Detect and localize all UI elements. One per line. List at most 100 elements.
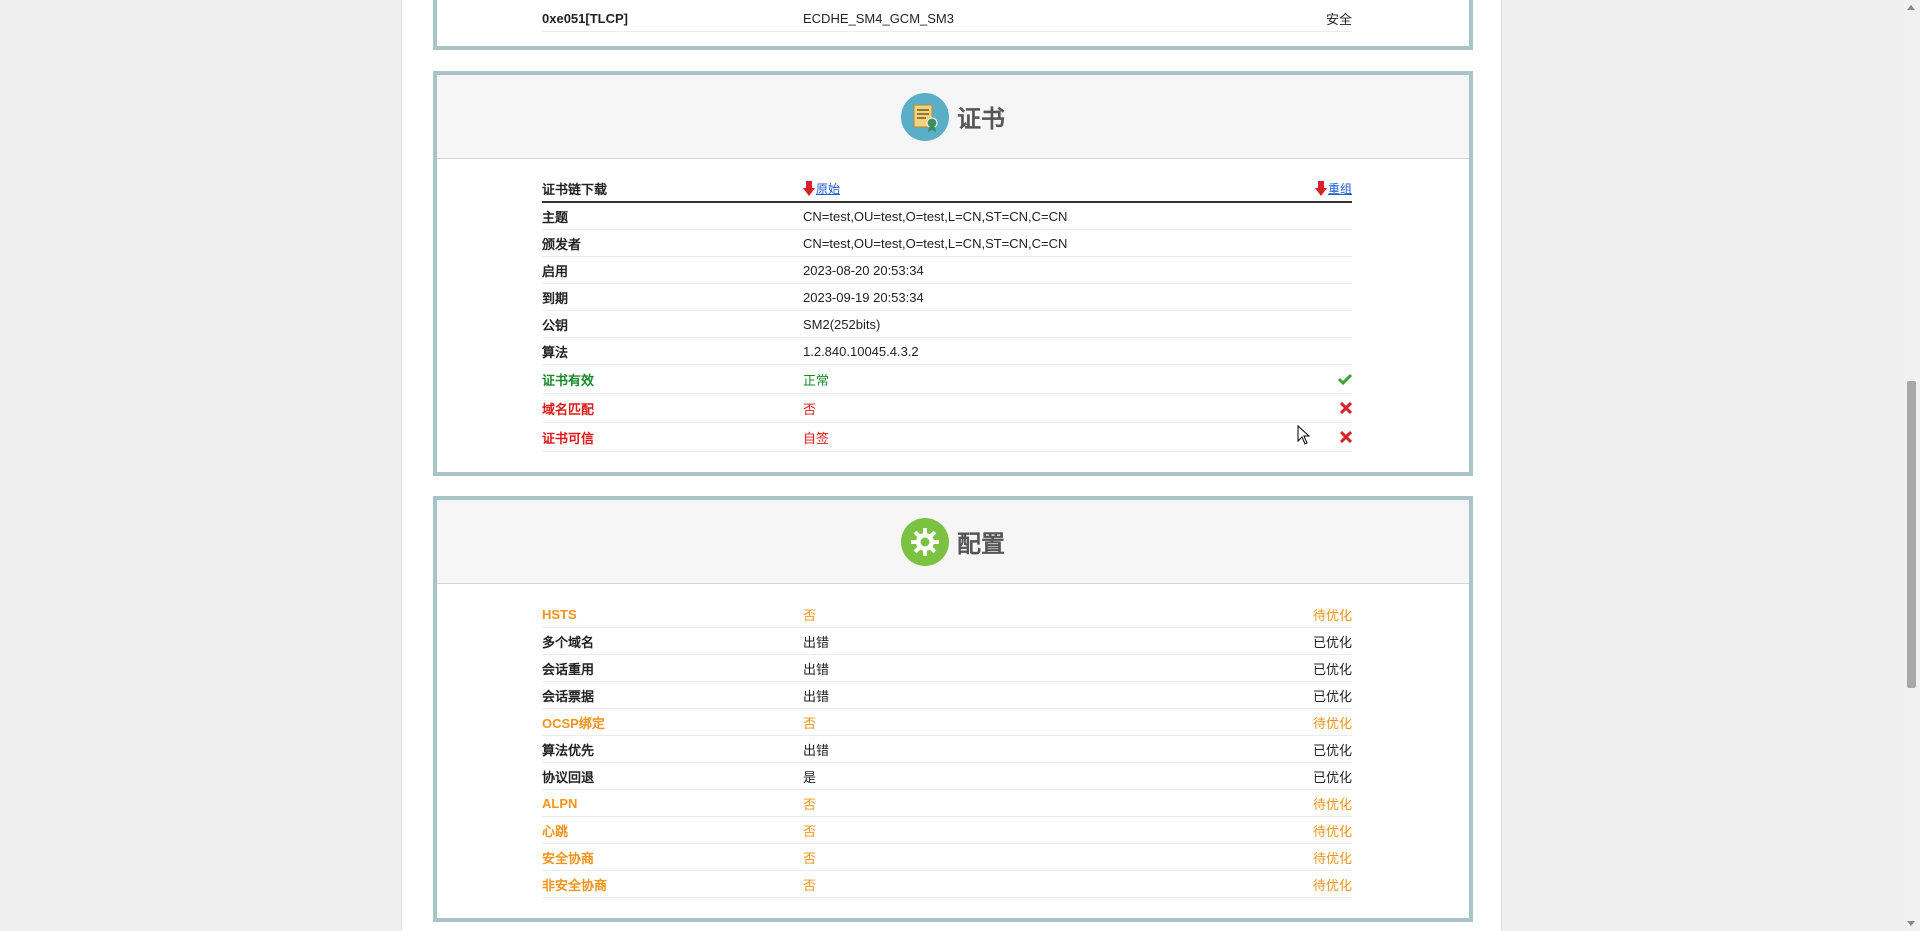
- config-header: 配置: [437, 500, 1469, 584]
- cert-check-row: 证书可信 自签: [542, 423, 1352, 452]
- cert-field-value: 1.2.840.10045.4.3.2: [803, 343, 919, 359]
- cipher-status: 安全: [1325, 11, 1352, 27]
- download-arrow-icon: [803, 181, 815, 196]
- download-original-link[interactable]: 原始: [816, 182, 840, 196]
- cert-field-label: 主题: [542, 209, 569, 225]
- cert-row: 算法 1.2.840.10045.4.3.2: [542, 338, 1352, 365]
- config-row: 非安全协商 否 待优化: [542, 871, 1352, 898]
- config-row: 安全协商 否 待优化: [542, 844, 1352, 871]
- cert-field-value: 2023-08-20 20:53:34: [803, 262, 924, 278]
- cipher-table: 0xe051[TLCP] ECDHE_SM4_GCM_SM3 安全: [542, 5, 1352, 32]
- cert-field-value: SM2(252bits): [803, 316, 881, 332]
- certificate-title: 证书: [957, 106, 1005, 133]
- config-label: 多个域名: [542, 634, 595, 650]
- cert-field-value: CN=test,OU=test,O=test,L=CN,ST=CN,C=CN: [803, 235, 1068, 251]
- cipher-suites-section: 0xe051[TLCP] ECDHE_SM4_GCM_SM3 安全: [433, 0, 1473, 50]
- config-label: 安全协商: [542, 850, 595, 866]
- cross-icon: [1340, 431, 1352, 443]
- config-value: 否: [803, 850, 817, 866]
- scroll-down-arrow-icon[interactable]: [1907, 921, 1915, 926]
- config-table: HSTS 否 待优化 多个域名 出错 已优化 会话重用 出错 已优化 会话票据 …: [542, 601, 1352, 898]
- config-row: 心跳 否 待优化: [542, 817, 1352, 844]
- config-result: 已优化: [1312, 661, 1352, 677]
- config-row: ALPN 否 待优化: [542, 790, 1352, 817]
- config-label: ALPN: [542, 795, 578, 811]
- scroll-up-arrow-icon[interactable]: [1907, 5, 1915, 10]
- config-label: 算法优先: [542, 742, 595, 758]
- gear-icon: [901, 517, 949, 566]
- cipher-name: ECDHE_SM4_GCM_SM3: [803, 10, 954, 26]
- cipher-row: 0xe051[TLCP] ECDHE_SM4_GCM_SM3 安全: [542, 5, 1352, 32]
- config-value: 否: [803, 715, 817, 731]
- cert-row: 公钥 SM2(252bits): [542, 311, 1352, 338]
- config-value: 否: [803, 823, 817, 839]
- check-icon: [1338, 373, 1352, 385]
- cert-check-value: 自签: [803, 430, 830, 446]
- cert-field-label: 公钥: [542, 317, 569, 333]
- cipher-id: 0xe051[TLCP]: [542, 10, 628, 26]
- cert-check-label: 证书可信: [542, 430, 595, 446]
- cert-row: 主题 CN=test,OU=test,O=test,L=CN,ST=CN,C=C…: [542, 203, 1352, 230]
- config-value: 出错: [803, 634, 830, 650]
- cert-check-row: 证书有效 正常: [542, 365, 1352, 394]
- config-row: 会话重用 出错 已优化: [542, 655, 1352, 682]
- config-value: 是: [803, 769, 817, 785]
- cert-row: 颁发者 CN=test,OU=test,O=test,L=CN,ST=CN,C=…: [542, 230, 1352, 257]
- config-value: 出错: [803, 742, 830, 758]
- config-result: 已优化: [1312, 769, 1352, 785]
- download-reorganized-link[interactable]: 重组: [1328, 180, 1352, 197]
- config-label: OCSP绑定: [542, 715, 605, 731]
- certificate-section: 证书 证书链下载 原始 重组 主题 CN=test,OU=test,O=test…: [433, 71, 1473, 476]
- config-result: 已优化: [1312, 688, 1352, 704]
- cert-field-label: 颁发者: [542, 236, 582, 252]
- cert-row: 启用 2023-08-20 20:53:34: [542, 257, 1352, 284]
- config-result: 待优化: [1312, 796, 1352, 812]
- chain-download-row: 证书链下载 原始 重组: [542, 176, 1352, 203]
- page-scrollbar[interactable]: [1903, 0, 1920, 931]
- cert-field-label: 算法: [542, 344, 569, 360]
- config-section: 配置 HSTS 否 待优化 多个域名 出错 已优化 会话重用 出错 已优化 会话…: [433, 496, 1473, 922]
- config-result: 待优化: [1312, 607, 1352, 623]
- cert-field-value: 2023-09-19 20:53:34: [803, 289, 924, 305]
- config-value: 否: [803, 796, 817, 812]
- config-value: 出错: [803, 688, 830, 704]
- config-row: OCSP绑定 否 待优化: [542, 709, 1352, 736]
- config-result: 待优化: [1312, 823, 1352, 839]
- config-row: 多个域名 出错 已优化: [542, 628, 1352, 655]
- cert-check-label: 域名匹配: [542, 401, 595, 417]
- config-value: 出错: [803, 661, 830, 677]
- config-label: 心跳: [542, 823, 569, 839]
- config-label: 会话重用: [542, 661, 595, 677]
- cross-icon: [1340, 402, 1352, 414]
- download-original-cell: 原始: [803, 180, 1232, 197]
- chain-download-label: 证书链下载: [542, 182, 608, 197]
- cert-check-status: [1232, 431, 1352, 443]
- cert-check-row: 域名匹配 否: [542, 394, 1352, 423]
- certificate-header: 证书: [437, 75, 1469, 159]
- cert-check-status: [1232, 373, 1352, 385]
- config-row: 算法优先 出错 已优化: [542, 736, 1352, 763]
- report-page: 0xe051[TLCP] ECDHE_SM4_GCM_SM3 安全 证书 证书链…: [401, 0, 1502, 931]
- cert-row: 到期 2023-09-19 20:53:34: [542, 284, 1352, 311]
- config-label: 非安全协商: [542, 877, 608, 893]
- config-row: 会话票据 出错 已优化: [542, 682, 1352, 709]
- config-label: 会话票据: [542, 688, 595, 704]
- cert-field-label: 到期: [542, 290, 569, 306]
- config-result: 待优化: [1312, 715, 1352, 731]
- cert-check-value: 否: [803, 401, 817, 417]
- cert-check-label: 证书有效: [542, 372, 595, 388]
- config-label: HSTS: [542, 606, 577, 622]
- cert-field-label: 启用: [542, 263, 569, 279]
- config-row: HSTS 否 待优化: [542, 601, 1352, 628]
- config-row: 协议回退 是 已优化: [542, 763, 1352, 790]
- certificate-icon: [901, 92, 949, 141]
- config-value: 否: [803, 877, 817, 893]
- cert-field-value: CN=test,OU=test,O=test,L=CN,ST=CN,C=CN: [803, 208, 1068, 224]
- cert-check-value: 正常: [803, 372, 830, 388]
- download-reorganized-cell: 重组: [1232, 180, 1352, 197]
- certificate-table: 证书链下载 原始 重组 主题 CN=test,OU=test,O=test,L=…: [542, 176, 1352, 452]
- config-result: 待优化: [1312, 877, 1352, 893]
- cert-check-status: [1232, 402, 1352, 414]
- config-result: 已优化: [1312, 742, 1352, 758]
- scrollbar-thumb[interactable]: [1907, 381, 1916, 688]
